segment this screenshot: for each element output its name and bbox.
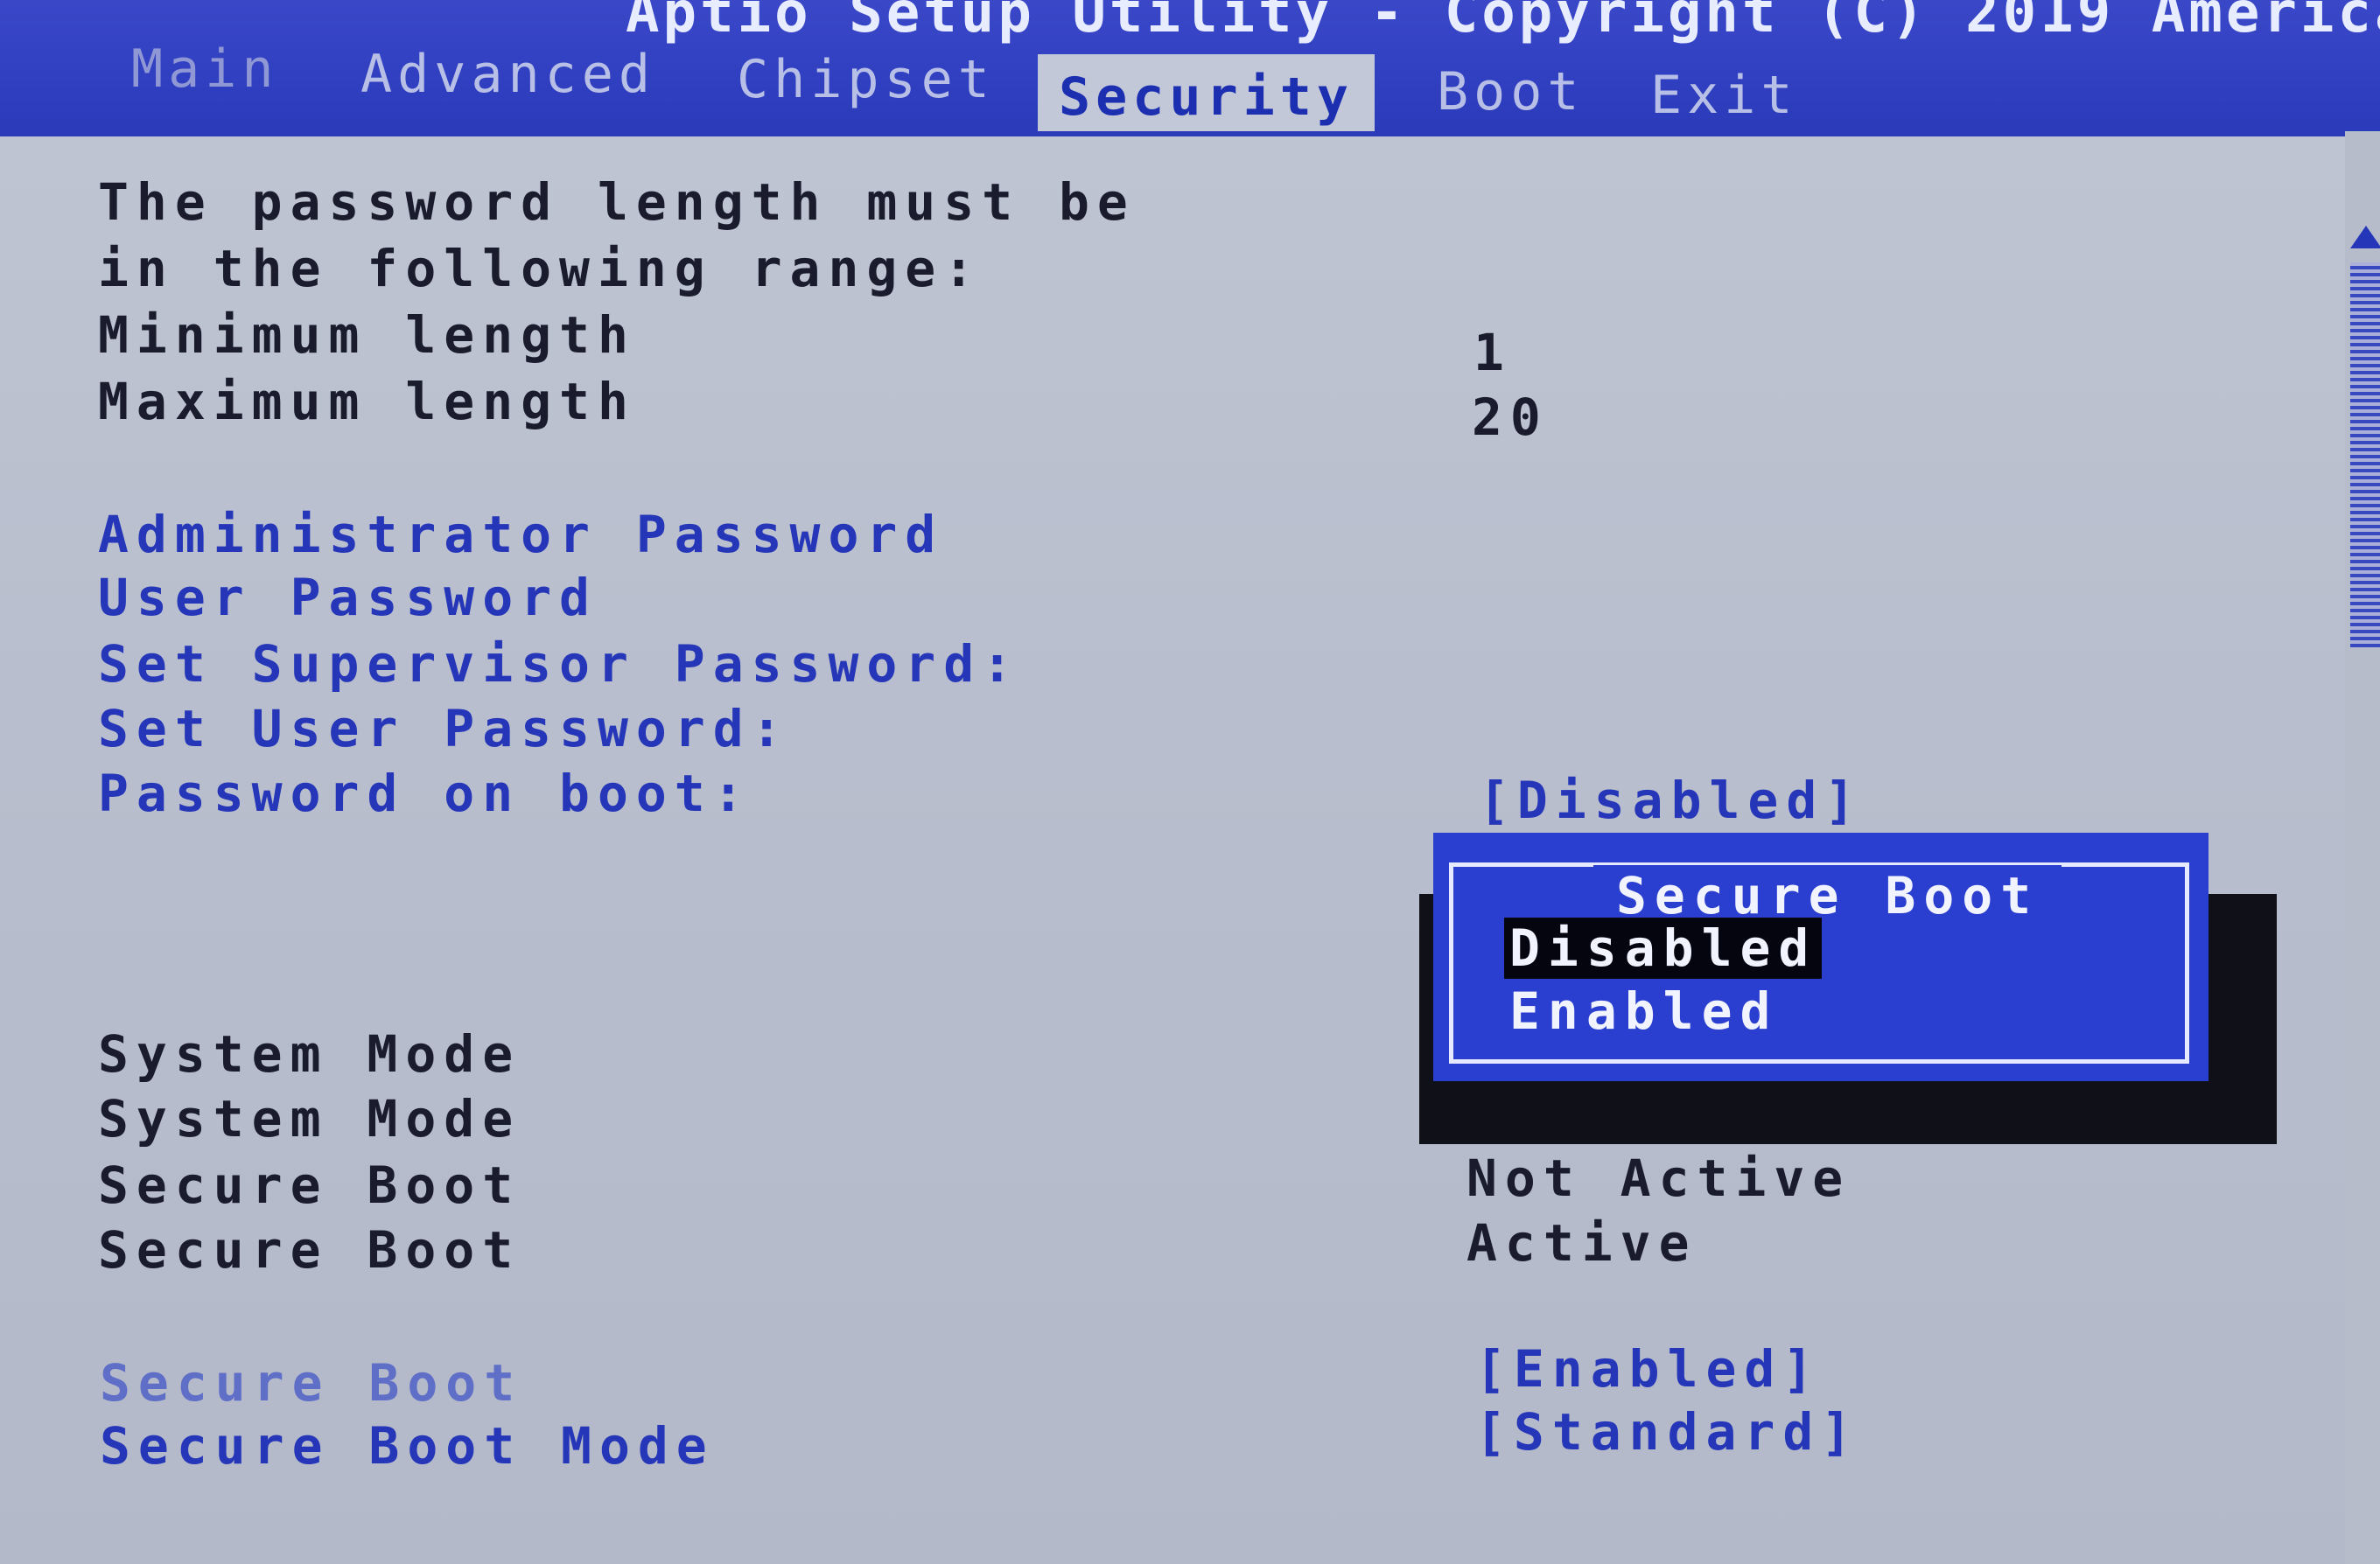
secure-boot-status-value: Not Active [1466,1149,1852,1208]
secure-boot-mode-item[interactable]: Secure Boot Mode [100,1415,715,1477]
secure-boot-value[interactable]: [Enabled] [1475,1338,1821,1400]
secure-boot-popup: Secure Boot Disabled Enabled [1433,833,2208,1081]
password-on-boot-value[interactable]: [Disabled] [1479,770,1863,831]
info-line-2: in the following range: [98,239,983,298]
system-mode-label-2: System Mode [98,1089,522,1149]
administrator-password-item[interactable]: Administrator Password [98,504,943,565]
info-line-1: The password length must be [98,172,1136,232]
tab-chipset[interactable]: Chipset [737,49,995,110]
popup-frame: Secure Boot Disabled Enabled [1449,862,2189,1064]
min-length-label: Minimum length [98,305,636,365]
user-password-item[interactable]: User Password [98,567,598,628]
password-on-boot-item[interactable]: Password on boot: [98,763,752,824]
secure-boot-mode-value[interactable]: [Standard] [1475,1401,1859,1463]
popup-option-enabled[interactable]: Enabled [1509,981,1778,1042]
secure-boot-status-value-2: Active [1466,1213,1698,1273]
max-length-label: Maximum length [98,372,636,431]
scroll-up-arrow-icon[interactable] [2350,226,2380,248]
secure-boot-item[interactable]: Secure Boot [100,1352,522,1414]
tab-advanced[interactable]: Advanced [360,44,655,105]
min-length-value: 1 [1474,323,1512,382]
scrollbar-track[interactable] [2350,262,2380,647]
max-length-value: 20 [1472,388,1549,447]
set-supervisor-password-item[interactable]: Set Supervisor Password: [98,633,1020,695]
tab-boot[interactable]: Boot [1437,61,1585,122]
popup-shadow-bottom [1498,1079,2277,1144]
tab-security[interactable]: Security [1038,54,1375,140]
set-user-password-item[interactable]: Set User Password: [98,698,790,759]
system-mode-label: System Mode [98,1024,522,1084]
tab-exit[interactable]: Exit [1650,65,1798,126]
title-bar: Aptio Setup Utility - Copyright (C) 2019… [0,0,2380,140]
tab-main[interactable]: Main [131,38,279,100]
secure-boot-status-label: Secure Boot [98,1156,522,1215]
app-title: Aptio Setup Utility - Copyright (C) 2019… [626,0,2380,45]
secure-boot-status-label-2: Secure Boot [98,1220,522,1280]
popup-option-disabled[interactable]: Disabled [1504,918,1823,979]
